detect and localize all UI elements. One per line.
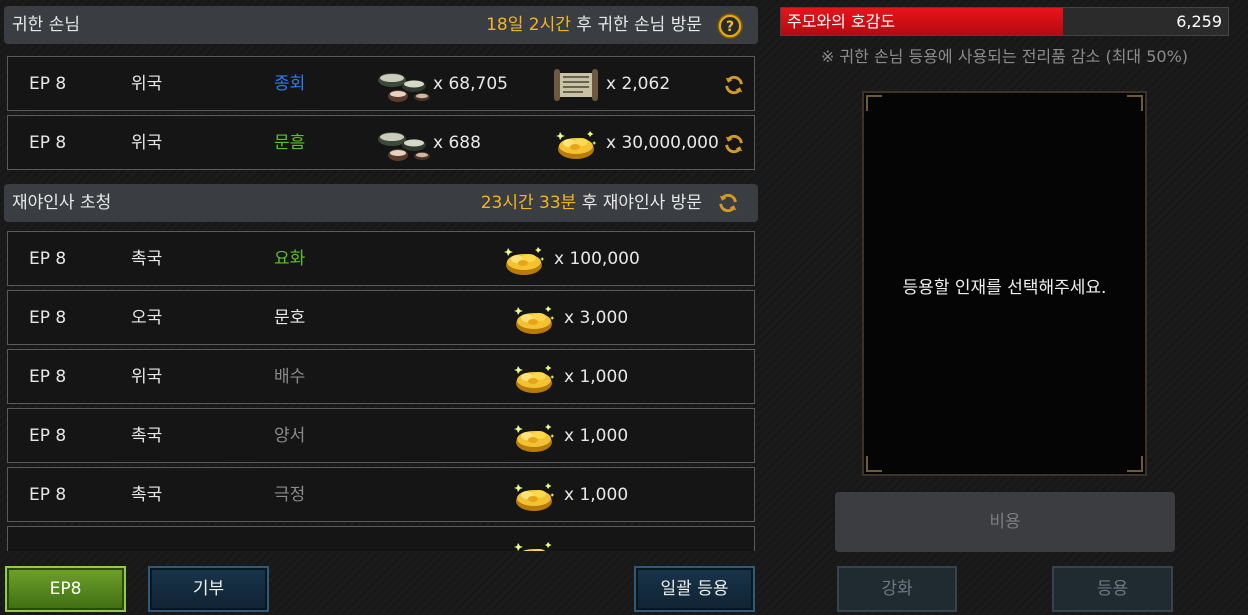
ep-label: EP 8 xyxy=(29,367,67,387)
favor-value: 6,259 xyxy=(1176,12,1222,31)
noble-guest-timer-text: 18일 2시간 후 귀한 손님 방문 xyxy=(486,6,702,44)
bulk-recruit-button[interactable]: 일괄 등용 xyxy=(634,566,755,612)
ep-label: EP 8 xyxy=(29,308,67,328)
ep8-button[interactable]: EP8 xyxy=(5,566,126,612)
ep-label: EP 8 xyxy=(29,485,67,505)
scroll-icon xyxy=(551,65,601,105)
general-name: 문호 xyxy=(274,308,306,328)
selection-message: 등용할 인재를 선택해주세요. xyxy=(902,278,1107,298)
cost-qty: x 1,000 xyxy=(564,426,629,446)
refresh-icon[interactable] xyxy=(723,74,745,96)
donate-button[interactable]: 기부 xyxy=(148,566,269,612)
refresh-icon[interactable] xyxy=(717,192,739,214)
recruit-list[interactable]: EP 8 촉국 요화 x 100,000 EP 8 오국 문호 x 3,000 … xyxy=(4,229,758,551)
ep-label: EP 8 xyxy=(29,133,67,153)
gold-ingot-icon xyxy=(554,127,598,161)
ep-label: EP 8 xyxy=(29,426,67,446)
gold-ingot-icon xyxy=(512,302,556,336)
recruit-suffix: 후 재야인사 방문 xyxy=(576,193,702,213)
general-name: 문흠 xyxy=(274,133,306,153)
noble-guest-title: 귀한 손님 xyxy=(12,15,80,35)
ep-label: EP 8 xyxy=(29,249,67,269)
country-label: 촉국 xyxy=(131,426,163,446)
gold-ingot-icon xyxy=(512,420,556,454)
cost-qty: x 100,000 xyxy=(554,249,640,269)
general-name: 양서 xyxy=(274,426,306,446)
noble-guest-header: 귀한 손님 18일 2시간 후 귀한 손님 방문 xyxy=(4,6,758,44)
recruit-title: 재야인사 초청 xyxy=(12,193,112,213)
enhance-button[interactable]: 강화 xyxy=(837,566,957,612)
refresh-icon[interactable] xyxy=(723,133,745,155)
noble-guest-suffix: 후 귀한 손님 방문 xyxy=(570,15,702,35)
selection-panel: 등용할 인재를 선택해주세요. xyxy=(862,91,1147,476)
recruit-row[interactable]: EP 8 촉국 극정 x 1,000 xyxy=(7,467,755,522)
recruit-timer: 23시간 33분 xyxy=(480,193,577,213)
ep-label: EP 8 xyxy=(29,74,67,94)
item2-qty: x 2,062 xyxy=(606,74,671,94)
cost-qty: x 1,000 xyxy=(564,485,629,505)
recruit-button[interactable]: 등용 xyxy=(1052,566,1173,612)
favor-label: 주모와의 호감도 xyxy=(787,12,896,31)
recruit-row[interactable]: EP 8 오국 문호 x 3,000 xyxy=(7,290,755,345)
question-icon[interactable] xyxy=(717,13,743,39)
noble-guest-timer: 18일 2시간 xyxy=(486,15,571,35)
country-label: 위국 xyxy=(131,367,163,387)
cost-qty: x 3,000 xyxy=(564,308,629,328)
tea-set-icon xyxy=(372,125,432,165)
cost-button[interactable]: 비용 xyxy=(835,492,1175,552)
country-label: 위국 xyxy=(131,74,163,94)
gold-ingot-icon xyxy=(512,361,556,395)
recruit-row[interactable]: EP 8 위국 배수 x 1,000 xyxy=(7,349,755,404)
recruit-header: 재야인사 초청 23시간 33분 후 재야인사 방문 xyxy=(4,184,758,222)
noble-guest-row[interactable]: EP 8 위국 종회 x 68,705 x 2,062 xyxy=(7,56,755,111)
gold-ingot-icon xyxy=(512,479,556,513)
item1-qty: x 68,705 xyxy=(433,74,508,94)
country-label: 촉국 xyxy=(131,249,163,269)
cost-qty: x 1,000 xyxy=(564,367,629,387)
item1-qty: x 688 xyxy=(433,133,481,153)
general-name: 배수 xyxy=(274,367,306,387)
favor-bar: 주모와의 호감도 6,259 xyxy=(780,7,1229,36)
favor-note: ※ 귀한 손님 등용에 사용되는 전리품 감소 (최대 50%) xyxy=(820,47,1189,66)
general-name: 종회 xyxy=(274,74,306,94)
country-label: 위국 xyxy=(131,133,163,153)
recruit-row[interactable]: EP 8 촉국 요화 x 100,000 xyxy=(7,231,755,286)
country-label: 오국 xyxy=(131,308,163,328)
country-label: 촉국 xyxy=(131,485,163,505)
recruit-row-partial[interactable] xyxy=(7,526,755,551)
gold-ingot-icon xyxy=(512,538,556,551)
noble-guest-row[interactable]: EP 8 위국 문흠 x 688 x 30,000,000 xyxy=(7,115,755,170)
general-name: 요화 xyxy=(274,249,306,269)
recruit-row[interactable]: EP 8 촉국 양서 x 1,000 xyxy=(7,408,755,463)
recruit-timer-text: 23시간 33분 후 재야인사 방문 xyxy=(481,184,702,222)
general-name: 극정 xyxy=(274,485,306,505)
gold-ingot-icon xyxy=(502,243,546,277)
tea-set-icon xyxy=(372,66,432,106)
item2-qty: x 30,000,000 xyxy=(606,133,719,153)
